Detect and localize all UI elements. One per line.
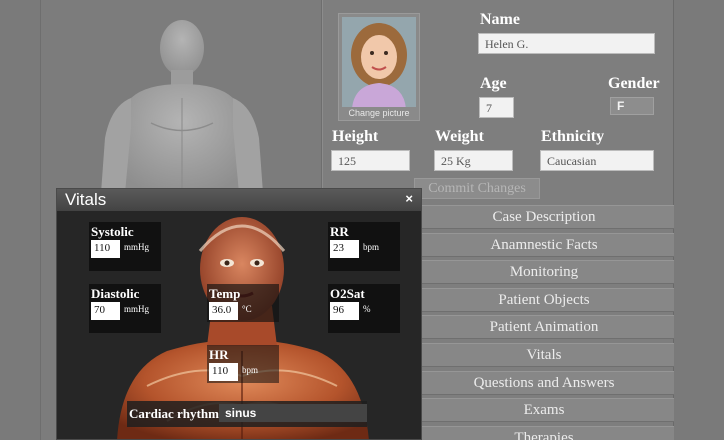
name-field[interactable]: Helen G. [478,33,655,54]
rr-box: RR 23 bpm [328,222,400,271]
commit-changes-button[interactable]: Commit Changes [414,178,540,199]
o2sat-label: O2Sat [330,286,365,301]
menu-item-monitoring[interactable]: Monitoring [414,260,674,285]
menu-item-exams[interactable]: Exams [414,398,674,423]
vitals-title-bar: Vitals [57,189,421,211]
hr-input[interactable]: 110 [209,363,238,382]
systolic-unit: mmHg [124,242,150,252]
gender-select[interactable]: F [610,97,654,115]
weight-label: Weight [435,128,484,145]
diastolic-input[interactable]: 70 [91,302,120,321]
height-label: Height [332,128,379,145]
menu-item-anamnestic-facts[interactable]: Anamnestic Facts [414,232,674,257]
age-field[interactable]: 7 [479,97,514,118]
menu-item-therapies[interactable]: Therapies [414,425,674,440]
age-label: Age [480,75,507,92]
cardiac-rhythm-row: Cardiac rhythm: sinus [127,401,367,427]
rr-label: RR [330,224,349,239]
temp-box: Temp 36.0 °C [207,284,279,322]
o2sat-input[interactable]: 96 [330,302,359,321]
hr-box: HR 110 bpm [207,345,279,383]
height-field[interactable]: 125 [331,150,410,171]
temp-label: Temp [209,286,241,301]
ethnicity-label: Ethnicity [541,128,605,145]
close-icon[interactable]: × [405,191,413,206]
cardiac-rhythm-label: Cardiac rhythm: [129,406,224,421]
menu-item-case-description[interactable]: Case Description [414,205,674,229]
temp-unit: °C [242,304,252,314]
hr-unit: bpm [242,365,259,375]
human-body-figure [101,20,263,193]
cardiac-rhythm-select[interactable]: sinus [219,404,367,422]
gender-label: Gender [608,75,660,92]
hr-label: HR [209,347,229,362]
rr-unit: bpm [363,242,380,252]
patient-photo [342,17,416,109]
menu-item-patient-animation[interactable]: Patient Animation [414,315,674,340]
change-picture-button[interactable]: Change picture [339,107,419,120]
patient-photo-frame: Change picture [338,13,420,121]
menu-item-vitals[interactable]: Vitals [414,342,674,367]
menu-item-patient-objects[interactable]: Patient Objects [414,287,674,312]
o2sat-unit: % [363,304,371,314]
name-label: Name [480,11,520,28]
temp-input[interactable]: 36.0 [209,302,238,321]
vitals-window: Vitals × Systolic 110 mmHg Diastolic 70 mm… [56,188,422,440]
systolic-box: Systolic 110 mmHg [89,222,161,271]
systolic-label: Systolic [91,224,134,239]
systolic-input[interactable]: 110 [91,240,120,259]
diastolic-label: Diastolic [91,286,140,301]
o2sat-box: O2Sat 96% [328,284,400,333]
diastolic-unit: mmHg [124,304,150,314]
ethnicity-field[interactable]: Caucasian [540,150,654,171]
case-menu: Case Description Anamnestic Facts Monito… [414,205,674,440]
menu-item-questions-answers[interactable]: Questions and Answers [414,370,674,395]
weight-field[interactable]: 25 Kg [434,150,513,171]
diastolic-box: Diastolic 70 mmHg [89,284,161,333]
vitals-title: Vitals [65,190,107,209]
rr-input[interactable]: 23 [330,240,359,259]
